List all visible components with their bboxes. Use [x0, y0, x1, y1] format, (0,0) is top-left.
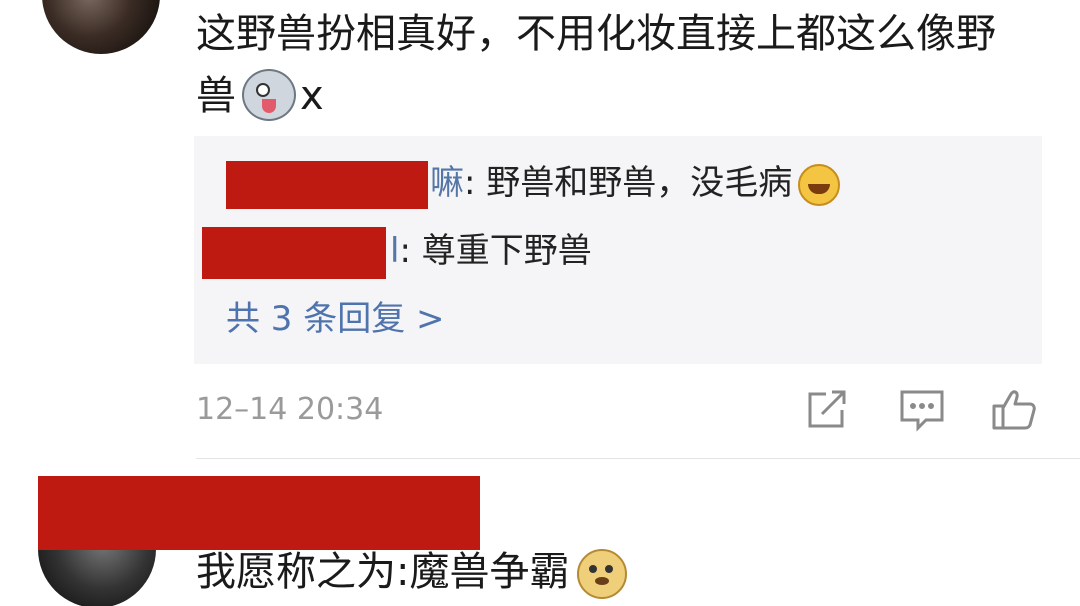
like-icon — [992, 390, 1036, 430]
comment-text-line: 我愿称之为:魔兽争霸 — [196, 549, 570, 595]
comment-text-suffix: x — [300, 73, 324, 119]
comment-divider — [196, 458, 1080, 459]
reply-preview-box[interactable]: 嘛: 野兽和野兽，没毛病 l: 尊重下野兽 共 3 条回复 > — [194, 136, 1042, 364]
comment-text-continuation: 兽x — [196, 66, 324, 127]
redacted-username — [226, 160, 428, 209]
reply-item: 嘛: 野兽和野兽，没毛病 — [226, 158, 841, 209]
comment-text: 我愿称之为:魔兽争霸 — [196, 542, 628, 602]
share-icon — [808, 390, 846, 428]
comment-icon — [900, 390, 944, 432]
comment-text: 这野兽扮相真好，不用化妆直接上都这么像野 — [196, 4, 996, 64]
laugh-cry-emoji-icon — [798, 163, 841, 206]
redacted-username — [202, 226, 386, 279]
comment-text-line: 这野兽扮相真好，不用化妆直接上都这么像野 — [196, 11, 996, 57]
comment-list: 这野兽扮相真好，不用化妆直接上都这么像野 兽x 嘛: 野兽和野兽，没毛病 l: … — [0, 0, 1080, 606]
like-button[interactable] — [990, 388, 1038, 432]
reply-username-tail[interactable]: 嘛 — [430, 163, 464, 203]
comment-text-line: 兽 — [196, 73, 236, 119]
view-all-replies-link[interactable]: 共 3 条回复 > — [226, 294, 445, 344]
share-button[interactable] — [804, 388, 852, 432]
reply-text: : 尊重下野兽 — [399, 231, 592, 271]
redacted-username — [38, 476, 480, 550]
husky-emoji-icon — [242, 69, 296, 121]
reply-text: : 野兽和野兽，没毛病 — [464, 163, 793, 203]
comment-button[interactable] — [898, 388, 946, 432]
user-avatar[interactable] — [42, 0, 160, 54]
reply-item: l: 尊重下野兽 — [202, 226, 592, 279]
comment-timestamp: 12–14 20:34 — [196, 392, 384, 427]
doge-emoji-icon — [577, 549, 628, 599]
